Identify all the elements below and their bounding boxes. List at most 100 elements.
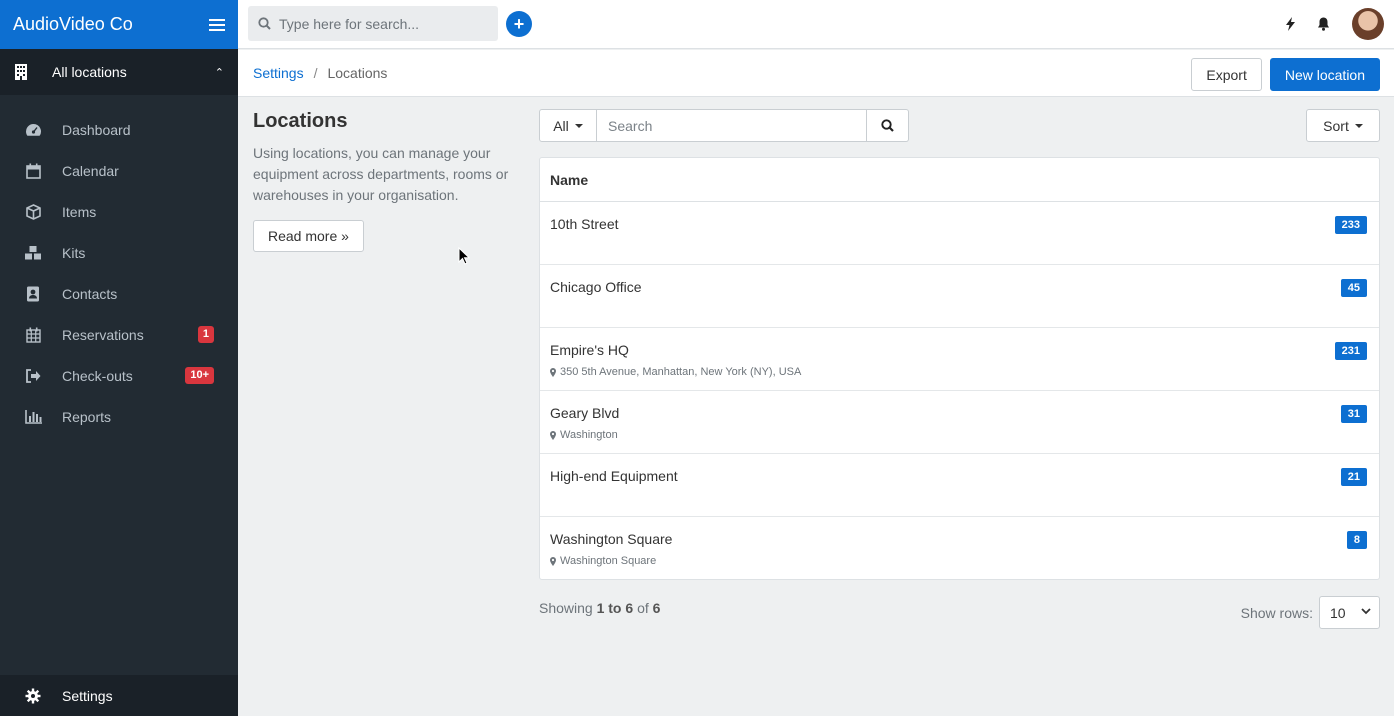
sidebar-item-contacts[interactable]: Contacts xyxy=(0,273,238,314)
bell-icon[interactable] xyxy=(1317,17,1330,31)
table-row[interactable]: Chicago Office 45 xyxy=(540,265,1379,328)
sidebar-item-check-outs[interactable]: Check-outs 10+ xyxy=(0,355,238,396)
breadcrumb-settings-link[interactable]: Settings xyxy=(253,65,304,81)
export-button[interactable]: Export xyxy=(1191,58,1262,91)
global-search[interactable] xyxy=(248,6,498,41)
list-search-button[interactable] xyxy=(867,109,909,142)
column-header-name[interactable]: Name xyxy=(540,158,1379,202)
sidebar-item-settings[interactable]: Settings xyxy=(0,675,238,716)
location-name: Geary Blvd xyxy=(550,405,620,421)
filter-bar: All xyxy=(539,109,909,142)
filter-dropdown-label: All xyxy=(553,117,569,134)
bar-chart-icon xyxy=(24,409,42,425)
list-search[interactable] xyxy=(597,109,867,142)
rows-per-page-label: Show rows: xyxy=(1240,604,1313,621)
table-row[interactable]: Empire's HQ 350 5th Avenue, Manhattan, N… xyxy=(540,328,1379,391)
item-count-badge: 45 xyxy=(1340,279,1367,297)
list-search-input[interactable] xyxy=(597,117,866,134)
gear-icon xyxy=(24,688,42,704)
breadcrumb-separator: / xyxy=(313,65,318,81)
brand-bar: AudioVideo Co xyxy=(0,0,238,49)
sidebar-item-kits[interactable]: Kits xyxy=(0,232,238,273)
location-name: 10th Street xyxy=(550,216,619,232)
table-row[interactable]: 10th Street 233 xyxy=(540,202,1379,265)
location-name: Empire's HQ xyxy=(550,342,629,358)
item-count-badge: 233 xyxy=(1334,216,1367,234)
sign-out-icon xyxy=(24,368,42,384)
caret-down-icon xyxy=(1354,123,1363,128)
location-name: Chicago Office xyxy=(550,279,642,295)
location-name: High-end Equipment xyxy=(550,468,678,484)
building-icon xyxy=(15,64,27,80)
breadcrumb: Settings / Locations xyxy=(253,65,387,81)
sidebar-item-label: Kits xyxy=(62,244,86,261)
location-switcher-label: All locations xyxy=(52,64,127,80)
locations-table: Name 10th Street 233 Chicago Office 45 E… xyxy=(539,157,1380,580)
plus-icon: + xyxy=(513,13,525,34)
sidebar-item-items[interactable]: Items xyxy=(0,191,238,232)
dashboard-icon xyxy=(24,122,42,138)
chevron-up-icon: ⌃ xyxy=(214,66,224,79)
sidebar-item-label: Contacts xyxy=(62,285,118,302)
page-title: Locations xyxy=(253,110,348,132)
search-icon xyxy=(881,119,894,132)
item-count-badge: 8 xyxy=(1346,531,1367,549)
showing-of: of xyxy=(637,600,649,616)
caret-down-icon xyxy=(574,123,583,128)
reservations-count-badge: 1 xyxy=(197,326,214,343)
showing-prefix: Showing xyxy=(539,600,593,616)
table-row[interactable]: Geary Blvd Washington 31 xyxy=(540,391,1379,454)
location-name: Washington Square xyxy=(550,531,673,547)
sidebar-item-label: Reports xyxy=(62,408,112,425)
bolt-icon[interactable] xyxy=(1286,17,1295,31)
sidebar-item-label: Dashboard xyxy=(62,121,131,138)
sidebar-item-label: Reservations xyxy=(62,326,144,343)
sidebar-nav: Dashboard Calendar Items Kits Contacts R… xyxy=(0,95,238,437)
breadcrumb-current: Locations xyxy=(327,65,388,81)
brand-name[interactable]: AudioVideo Co xyxy=(13,14,133,35)
quick-add-button[interactable]: + xyxy=(506,11,532,37)
search-icon xyxy=(258,17,271,30)
sidebar-item-calendar[interactable]: Calendar xyxy=(0,150,238,191)
location-address-text: Washington Square xyxy=(560,555,657,567)
table-row[interactable]: High-end Equipment 21 xyxy=(540,454,1379,517)
cube-icon xyxy=(24,203,42,220)
map-marker-icon xyxy=(550,556,556,566)
calendar-icon xyxy=(24,163,42,179)
location-address-text: 350 5th Avenue, Manhattan, New York (NY)… xyxy=(560,366,802,378)
sidebar-item-label: Items xyxy=(62,203,97,220)
map-marker-icon xyxy=(550,430,556,440)
read-more-button[interactable]: Read more » xyxy=(253,220,364,252)
check-outs-count-badge: 10+ xyxy=(185,367,214,384)
sidebar-item-label: Check-outs xyxy=(62,367,133,384)
location-address: Washington Square xyxy=(550,555,1369,567)
rows-per-page-select[interactable]: 10 xyxy=(1319,596,1380,629)
chevron-down-icon xyxy=(1361,608,1371,615)
rows-per-page: Show rows: 10 xyxy=(1241,596,1380,629)
pagination-summary: Showing 1 to 6 of 6 xyxy=(539,600,660,616)
breadcrumb-bar: Settings / Locations Export New location xyxy=(238,50,1394,97)
location-address: 350 5th Avenue, Manhattan, New York (NY)… xyxy=(550,366,1369,378)
menu-toggle-icon[interactable] xyxy=(209,18,225,31)
global-search-input[interactable] xyxy=(279,15,489,32)
sidebar-item-label: Calendar xyxy=(62,162,119,179)
filter-dropdown[interactable]: All xyxy=(539,109,597,142)
user-avatar[interactable] xyxy=(1352,8,1384,40)
sidebar-item-label: Settings xyxy=(62,687,113,704)
sidebar-item-reports[interactable]: Reports xyxy=(0,396,238,437)
sidebar-item-reservations[interactable]: Reservations 1 xyxy=(0,314,238,355)
location-switcher[interactable]: All locations ⌃ xyxy=(0,49,238,95)
table-row[interactable]: Washington Square Washington Square 8 xyxy=(540,517,1379,580)
location-address: Washington xyxy=(550,429,1369,441)
mouse-cursor-icon xyxy=(458,247,470,265)
item-count-badge: 31 xyxy=(1340,405,1367,423)
cubes-icon xyxy=(24,245,42,261)
sidebar-item-dashboard[interactable]: Dashboard xyxy=(0,109,238,150)
new-location-button[interactable]: New location xyxy=(1269,58,1380,91)
map-marker-icon xyxy=(550,367,556,377)
sort-dropdown[interactable]: Sort xyxy=(1306,109,1380,142)
page-actions: Export New location xyxy=(1191,58,1380,91)
rows-per-page-value: 10 xyxy=(1330,604,1346,621)
calendar-grid-icon xyxy=(24,327,42,343)
item-count-badge: 231 xyxy=(1334,342,1367,360)
